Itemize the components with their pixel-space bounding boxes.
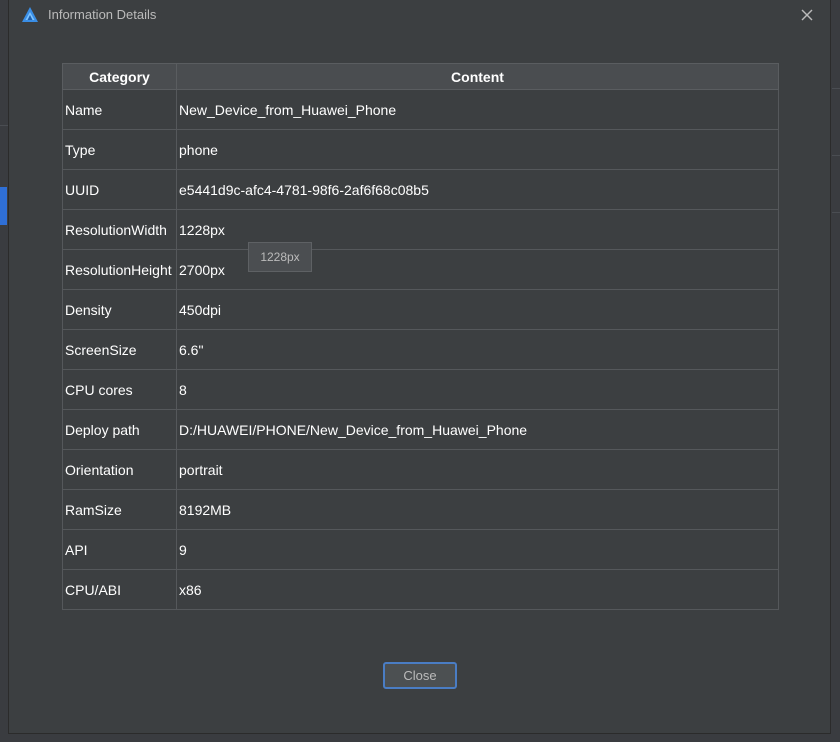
category-cell[interactable]: Density	[62, 289, 177, 330]
content-cell[interactable]: portrait	[176, 449, 779, 490]
dialog-title: Information Details	[48, 7, 157, 22]
background-selection-marker	[0, 187, 7, 225]
table-row[interactable]: Type phone	[62, 129, 779, 170]
background-divider	[0, 125, 8, 126]
background-divider	[832, 88, 840, 89]
category-cell[interactable]: ScreenSize	[62, 329, 177, 370]
close-button[interactable]: Close	[383, 662, 457, 689]
dialog-titlebar: Information Details	[9, 0, 830, 30]
information-details-dialog: Information Details Category Content Nam…	[8, 0, 831, 734]
content-cell[interactable]: D:/HUAWEI/PHONE/New_Device_from_Huawei_P…	[176, 409, 779, 450]
table-row[interactable]: Orientation portrait	[62, 449, 779, 490]
table-row[interactable]: ResolutionHeight 2700px	[62, 249, 779, 290]
table-row[interactable]: Name New_Device_from_Huawei_Phone	[62, 89, 779, 130]
table-row[interactable]: ScreenSize 6.6"	[62, 329, 779, 370]
table-row[interactable]: API 9	[62, 529, 779, 570]
table-row[interactable]: UUID e5441d9c-afc4-4781-98f6-2af6f68c08b…	[62, 169, 779, 210]
cell-tooltip: 1228px	[248, 242, 312, 272]
details-table: Category Content Name New_Device_from_Hu…	[62, 63, 779, 610]
category-cell[interactable]: API	[62, 529, 177, 570]
content-cell[interactable]: New_Device_from_Huawei_Phone	[176, 89, 779, 130]
content-cell[interactable]: phone	[176, 129, 779, 170]
content-cell[interactable]: 8	[176, 369, 779, 410]
content-cell[interactable]: e5441d9c-afc4-4781-98f6-2af6f68c08b5	[176, 169, 779, 210]
table-row[interactable]: Deploy path D:/HUAWEI/PHONE/New_Device_f…	[62, 409, 779, 450]
category-cell[interactable]: UUID	[62, 169, 177, 210]
table-header-row: Category Content	[62, 63, 779, 90]
category-cell[interactable]: Name	[62, 89, 177, 130]
background-divider	[832, 155, 840, 156]
category-cell[interactable]: ResolutionWidth	[62, 209, 177, 250]
content-cell[interactable]: 450dpi	[176, 289, 779, 330]
category-cell[interactable]: ResolutionHeight	[62, 249, 177, 290]
table-row[interactable]: RamSize 8192MB	[62, 489, 779, 530]
table-row[interactable]: CPU cores 8	[62, 369, 779, 410]
content-cell[interactable]: x86	[176, 569, 779, 610]
category-cell[interactable]: RamSize	[62, 489, 177, 530]
table-row[interactable]: ResolutionWidth 1228px	[62, 209, 779, 250]
huawei-devtools-logo-icon	[21, 6, 39, 24]
category-cell[interactable]: Type	[62, 129, 177, 170]
column-header-content[interactable]: Content	[176, 63, 779, 90]
table-row[interactable]: Density 450dpi	[62, 289, 779, 330]
details-table-container: Category Content Name New_Device_from_Hu…	[62, 63, 779, 610]
content-cell[interactable]: 6.6"	[176, 329, 779, 370]
category-cell[interactable]: CPU/ABI	[62, 569, 177, 610]
category-cell[interactable]: Deploy path	[62, 409, 177, 450]
category-cell[interactable]: CPU cores	[62, 369, 177, 410]
close-icon[interactable]	[798, 6, 816, 24]
background-divider	[832, 212, 840, 213]
content-cell[interactable]: 9	[176, 529, 779, 570]
category-cell[interactable]: Orientation	[62, 449, 177, 490]
table-row[interactable]: CPU/ABI x86	[62, 569, 779, 610]
column-header-category[interactable]: Category	[62, 63, 177, 90]
content-cell[interactable]: 8192MB	[176, 489, 779, 530]
